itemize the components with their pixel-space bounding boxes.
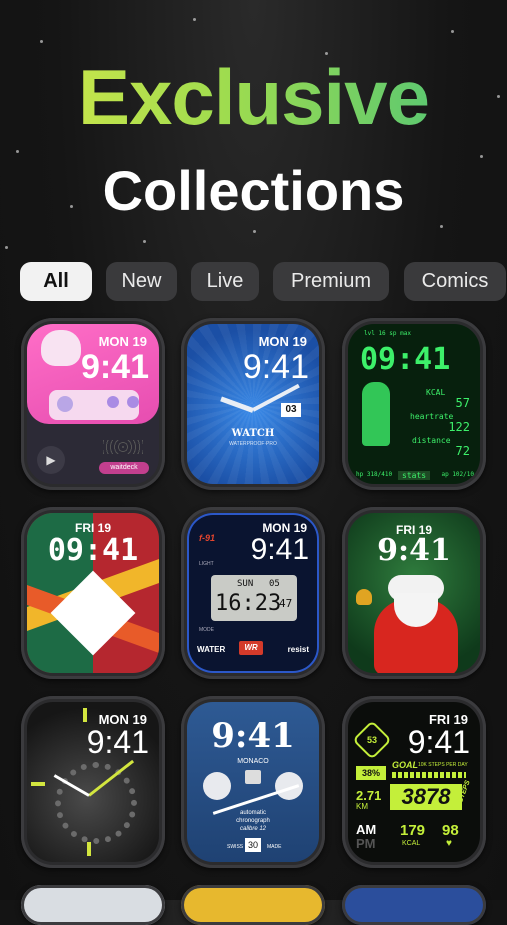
face-time: 9:41: [407, 724, 470, 760]
watch-face-console: MON 19 9:41 ▶ waitdeck: [27, 324, 159, 484]
face-date: MON 19: [258, 334, 307, 349]
goal-progress: [392, 772, 466, 778]
watch-face-card[interactable]: 9:41 MONACO automatic chronograph calibr…: [181, 696, 325, 868]
stats-label: stats: [398, 471, 431, 480]
logo-shield-icon: [245, 770, 261, 784]
watch-face-monaco: 9:41 MONACO automatic chronograph calibr…: [187, 702, 319, 862]
model-label: f-91: [199, 533, 216, 543]
face-time: 9:41: [250, 533, 309, 566]
title-collections: Collections: [102, 159, 405, 222]
gear-icon: [55, 762, 137, 844]
swiss-label: SWISS: [227, 844, 244, 850]
watch-face-card[interactable]: [21, 885, 165, 925]
heart-rate-value: 98: [442, 822, 459, 839]
watch-face-card[interactable]: FRI 19 9:41 53 38% GOAL 10K STEPS PER DA…: [342, 696, 486, 868]
watch-face-card[interactable]: MON 19 9:41 ▶ waitdeck: [21, 318, 165, 490]
watch-face-mechanical: MON 19 9:41: [27, 702, 159, 862]
face-time: 9:41: [211, 716, 295, 756]
heart-label: heartrate: [410, 412, 454, 421]
watch-face-digital: f-91 MON 19 9:41 LIGHT SUN 05 16:23 47 M…: [187, 513, 319, 673]
mode-label: MODE: [199, 627, 214, 633]
filter-premium[interactable]: Premium: [273, 262, 389, 301]
watch-face-card[interactable]: FRI 19 09:41: [21, 507, 165, 679]
mascot-icon: [41, 330, 81, 366]
lcd-date: 05: [269, 579, 280, 589]
chrono-label: chronograph: [236, 818, 270, 824]
filter-new[interactable]: New: [106, 262, 177, 301]
auto-label: automatic: [239, 810, 266, 816]
hp-label: hp 318/410: [356, 471, 393, 478]
pm-label: PM: [356, 836, 376, 851]
watch-face-snowflake: FRI 19 09:41: [27, 513, 159, 673]
lcd-time: 16:23: [215, 591, 282, 616]
watch-face-dive: MON 19 9:41 03 WATCH WATERPROOF·PRO: [187, 324, 319, 484]
filter-live[interactable]: Live: [191, 262, 259, 301]
kcal-label: KCAL: [426, 388, 446, 397]
date-window: 30: [245, 838, 261, 852]
calibre-label: calibre 12: [239, 826, 266, 832]
watch-face-card[interactable]: f-91 MON 19 9:41 LIGHT SUN 05 16:23 47 M…: [181, 507, 325, 679]
face-brand: waitdeck: [99, 462, 149, 474]
bell-icon: [356, 589, 372, 605]
watch-face-card[interactable]: [181, 885, 325, 925]
watch-face-activity: FRI 19 9:41 53 38% GOAL 10K STEPS PER DA…: [348, 702, 480, 862]
watch-face-card[interactable]: lvl 16 sp max 09:41 KCAL 57 heartrate 12…: [342, 318, 486, 490]
distance-value: 2.71: [356, 788, 382, 803]
face-time: 9:41: [242, 348, 309, 386]
resist-label: resist: [287, 645, 309, 654]
face-day-number: 03: [281, 403, 301, 417]
heart-icon: ♥: [446, 838, 452, 849]
lcd-day: SUN: [237, 579, 254, 589]
vault-boy-icon: [362, 382, 390, 446]
face-time: 9:41: [80, 348, 149, 386]
watch-face-card[interactable]: MON 19 9:41 03 WATCH WATERPROOF·PRO: [181, 318, 325, 490]
distance-label: distance: [412, 436, 451, 445]
light-label: LIGHT: [199, 561, 214, 567]
filter-comics[interactable]: Comics: [404, 262, 506, 301]
activity-ring: 53: [352, 720, 392, 760]
subdial-left: [203, 772, 231, 800]
wr-badge: WR: [239, 641, 263, 655]
title-exclusive: Exclusive: [0, 52, 507, 143]
filter-all[interactable]: All: [20, 262, 92, 301]
face-date: MON 19: [98, 334, 147, 349]
heart-value: 122: [448, 420, 470, 434]
play-icon: ▶: [37, 446, 65, 474]
lcd-seconds: 47: [279, 597, 293, 610]
face-time: 9:41: [377, 533, 451, 568]
watch-face-card[interactable]: MON 19 9:41: [21, 696, 165, 868]
steps-value: 3878: [390, 784, 462, 810]
dpad-icon: [57, 396, 73, 412]
watch-face-santa: FRI 19 9:41: [348, 513, 480, 673]
watch-face-card[interactable]: [342, 885, 486, 925]
face-time: 9:41: [86, 724, 149, 760]
distance-value: 72: [455, 444, 470, 458]
face-brand: WATCH: [231, 428, 275, 439]
pip-top-label: lvl 16 sp max: [364, 330, 411, 337]
lcd-panel: SUN 05 16:23 47: [211, 575, 297, 621]
water-label: WATER: [197, 645, 226, 654]
am-label: AM: [356, 822, 377, 837]
face-sub: WATERPROOF·PRO: [229, 441, 277, 447]
speaker-grille: [103, 440, 143, 454]
watch-face-pipboy: lvl 16 sp max 09:41 KCAL 57 heartrate 12…: [348, 324, 480, 484]
ap-label: ap 102/10: [441, 471, 474, 478]
goal-steps-label: 10K STEPS PER DAY: [418, 762, 468, 768]
goal-label: GOAL: [392, 760, 418, 770]
percent-badge: 38%: [356, 766, 386, 780]
calorie-value: 179: [400, 822, 426, 839]
watch-face-card[interactable]: FRI 19 9:41: [342, 507, 486, 679]
made-label: MADE: [267, 844, 282, 850]
kcal-value: 57: [455, 396, 470, 410]
calorie-unit: KCAL: [402, 840, 421, 847]
face-brand: MONACO: [237, 758, 269, 765]
distance-unit: KM: [356, 802, 368, 811]
face-time: 09:41: [360, 342, 451, 377]
face-time: 09:41: [47, 533, 139, 568]
